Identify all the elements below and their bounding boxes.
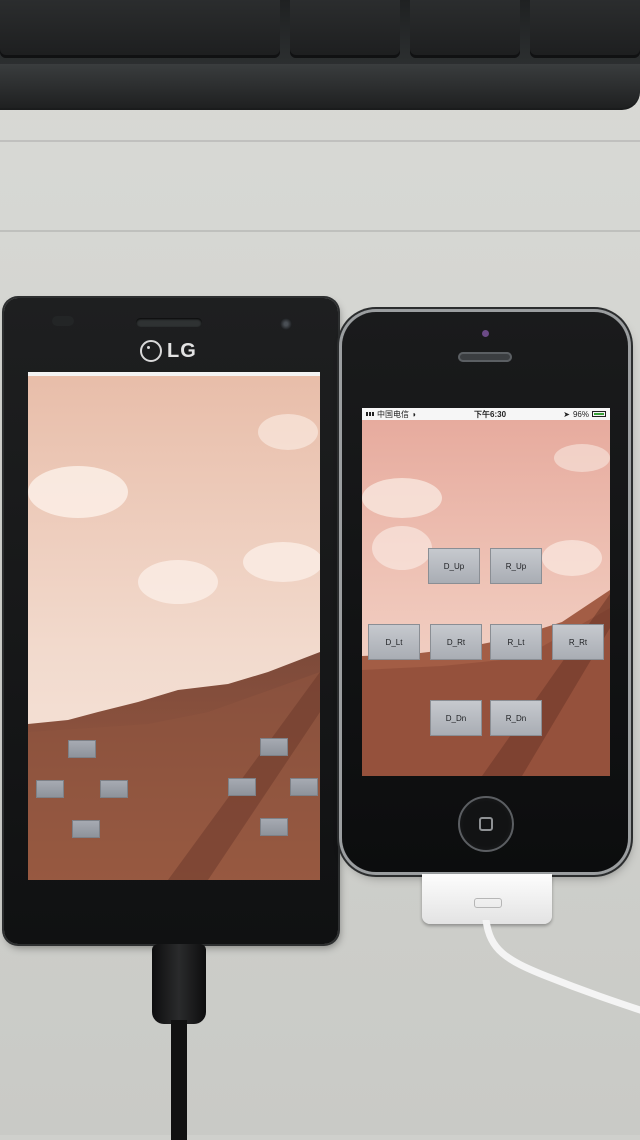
- lg-game-scene: [28, 372, 320, 880]
- iphone-game-scene: [362, 408, 610, 776]
- lg-control-button[interactable]: [100, 780, 128, 798]
- lg-brand-label: LG: [167, 339, 197, 362]
- iphone: 中国电信 ◗ 下午6:30 ➤ 96% D_Up R_Up D_Lt D_Rt …: [342, 312, 628, 872]
- wifi-icon: ◗: [412, 409, 417, 419]
- iphone-screen: 中国电信 ◗ 下午6:30 ➤ 96% D_Up R_Up D_Lt D_Rt …: [362, 408, 610, 776]
- status-time: 下午6:30: [474, 409, 507, 419]
- r-right-button[interactable]: R_Rt: [552, 624, 604, 660]
- earpiece: [136, 318, 202, 327]
- r-up-button[interactable]: R_Up: [490, 548, 542, 584]
- lg-logo-icon: [140, 340, 162, 362]
- dock-connector: [422, 874, 552, 924]
- lg-control-button[interactable]: [260, 738, 288, 756]
- lg-control-button[interactable]: [290, 778, 318, 796]
- front-camera-icon: [482, 330, 489, 337]
- d-right-button[interactable]: D_Rt: [430, 624, 482, 660]
- lg-control-button[interactable]: [228, 778, 256, 796]
- battery-percent: 96%: [572, 409, 589, 419]
- white-cable: [482, 920, 640, 1014]
- iphone-status-bar: 中国电信 ◗ 下午6:30 ➤ 96%: [362, 408, 610, 420]
- lg-logo: LG: [140, 338, 197, 364]
- front-camera-icon: [280, 318, 292, 330]
- home-button[interactable]: [458, 796, 514, 852]
- r-left-button[interactable]: R_Lt: [490, 624, 542, 660]
- r-down-button[interactable]: R_Dn: [490, 700, 542, 736]
- lg-status-bar: [28, 372, 320, 376]
- lg-control-button[interactable]: [36, 780, 64, 798]
- battery-icon: [591, 411, 606, 417]
- d-down-button[interactable]: D_Dn: [430, 700, 482, 736]
- earpiece: [458, 352, 512, 362]
- lg-phone: LG: [4, 298, 338, 944]
- d-up-button[interactable]: D_Up: [428, 548, 480, 584]
- location-icon: ➤: [563, 409, 570, 419]
- proximity-sensor: [52, 316, 74, 326]
- lg-control-button[interactable]: [72, 820, 100, 838]
- lg-control-button[interactable]: [68, 740, 96, 758]
- lg-screen: [28, 372, 320, 880]
- micro-usb-cable: [152, 944, 206, 1140]
- keyboard: [0, 0, 640, 110]
- lg-control-button[interactable]: [260, 818, 288, 836]
- d-left-button[interactable]: D_Lt: [368, 624, 420, 660]
- signal-icon: [366, 412, 374, 416]
- carrier-label: 中国电信: [377, 409, 409, 419]
